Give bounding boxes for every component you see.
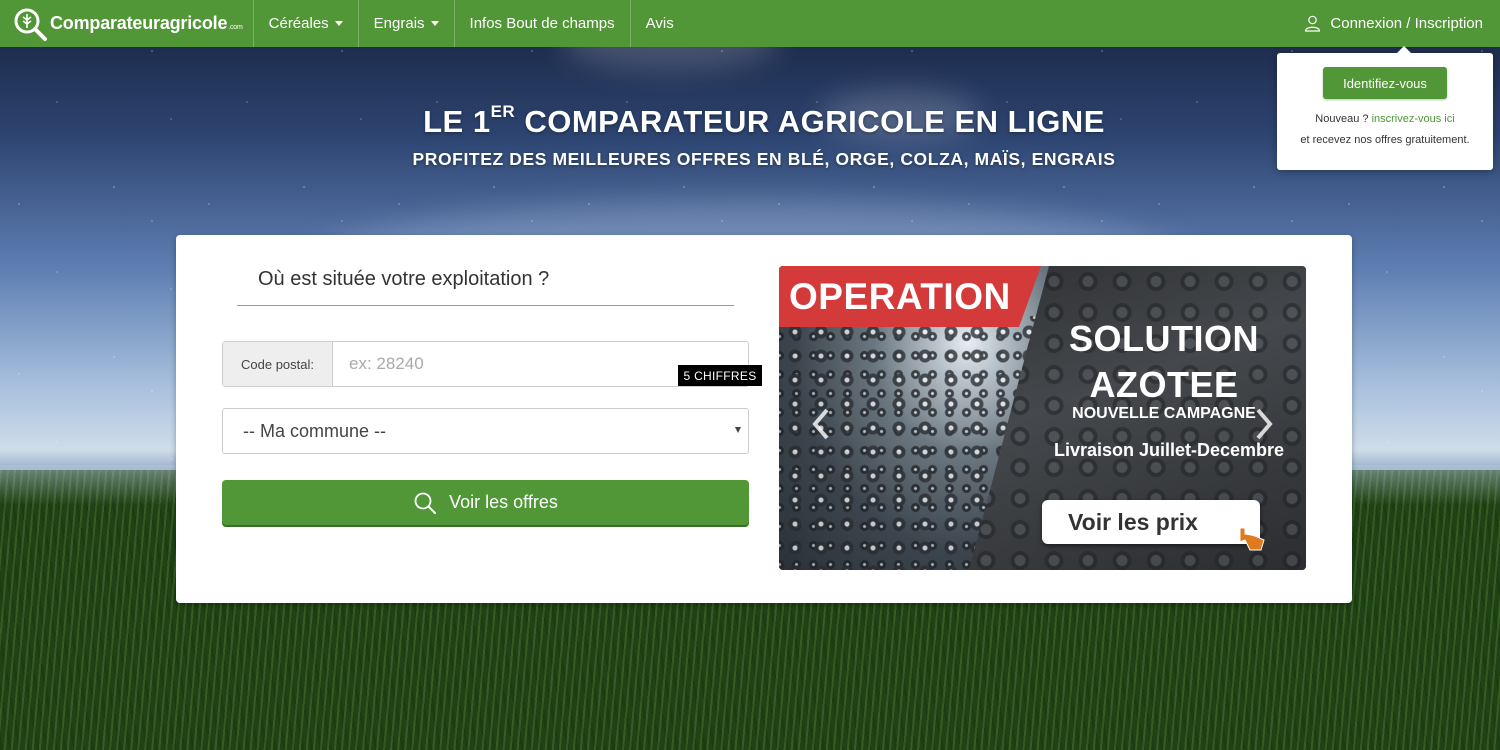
- promo-delivery: Livraison Juillet-Decembre: [1053, 440, 1285, 460]
- signup-prefix: Nouveau ?: [1315, 113, 1369, 125]
- nav-item-label: Infos Bout de champs: [469, 15, 615, 32]
- top-navbar: Comparateuragricole.com Céréales Engrais…: [0, 0, 1500, 47]
- nav-item-label: Avis: [645, 15, 674, 32]
- see-prices-button[interactable]: Voir les prix: [1042, 500, 1260, 544]
- select-arrow-icon: [735, 427, 741, 433]
- chevron-left-icon: [812, 408, 829, 440]
- see-offers-label: Voir les offres: [449, 492, 558, 512]
- postal-code-label: Code postal:: [223, 342, 333, 386]
- identify-button[interactable]: Identifiez-vous: [1323, 67, 1447, 99]
- promo-title-line2: AZOTEE: [1089, 364, 1239, 405]
- click-hand-icon: [1231, 516, 1271, 556]
- carousel-next-button[interactable]: [1252, 406, 1276, 442]
- nav-item-avis[interactable]: Avis: [629, 0, 689, 47]
- promo-carousel[interactable]: OPERATION SOLUTION AZOTEE NOUVELLE CAMPA…: [779, 266, 1306, 570]
- postal-code-group: Code postal:: [222, 341, 749, 387]
- search-icon: [413, 491, 437, 515]
- carousel-prev-button[interactable]: [809, 406, 833, 442]
- promo-title-line1: SOLUTION: [1069, 318, 1259, 359]
- postal-code-hint: 5 CHIFFRES: [678, 365, 762, 386]
- nav-item-cereales[interactable]: Céréales: [252, 0, 358, 47]
- nav-item-label: Engrais: [373, 15, 425, 32]
- magnifier-logo-icon: [12, 6, 48, 42]
- signup-suffix: et recevez nos offres gratuitement.: [1300, 134, 1470, 146]
- form-question: Où est située votre exploitation ?: [237, 268, 734, 306]
- user-icon: [1304, 15, 1321, 32]
- commune-selected-value: -- Ma commune --: [243, 420, 387, 441]
- nav-item-infos-bout-de-champs[interactable]: Infos Bout de champs: [453, 0, 630, 47]
- commune-select[interactable]: -- Ma commune --: [222, 408, 749, 454]
- see-offers-button[interactable]: Voir les offres: [222, 480, 749, 525]
- brand-name: Comparateuragricole.com: [50, 13, 243, 33]
- hero-subtitle: PROFITEZ DES MEILLEURES OFFRES EN BLÉ, O…: [412, 149, 1116, 169]
- hero-title: LE 1ER COMPARATEUR AGRICOLE EN LIGNE: [423, 101, 1105, 139]
- chevron-right-icon: [1256, 408, 1273, 440]
- login-dropdown: Identifiez-vous Nouveau ? inscrivez-vous…: [1277, 46, 1493, 170]
- nav-item-label: Céréales: [268, 15, 329, 32]
- signup-text: Nouveau ? inscrivez-vous ici: [1277, 113, 1493, 125]
- login-label: Connexion / Inscription: [1330, 15, 1483, 32]
- caret-down-icon: [334, 21, 343, 26]
- search-card: Où est située votre exploitation ? Code …: [176, 235, 1352, 603]
- operation-ribbon: OPERATION: [779, 266, 1041, 327]
- signup-link[interactable]: inscrivez-vous ici: [1372, 113, 1455, 125]
- brand-logo-link[interactable]: Comparateuragricole.com: [0, 0, 253, 47]
- nav-item-engrais[interactable]: Engrais: [357, 0, 454, 47]
- login-link[interactable]: Connexion / Inscription: [1304, 0, 1500, 47]
- caret-down-icon: [430, 21, 439, 26]
